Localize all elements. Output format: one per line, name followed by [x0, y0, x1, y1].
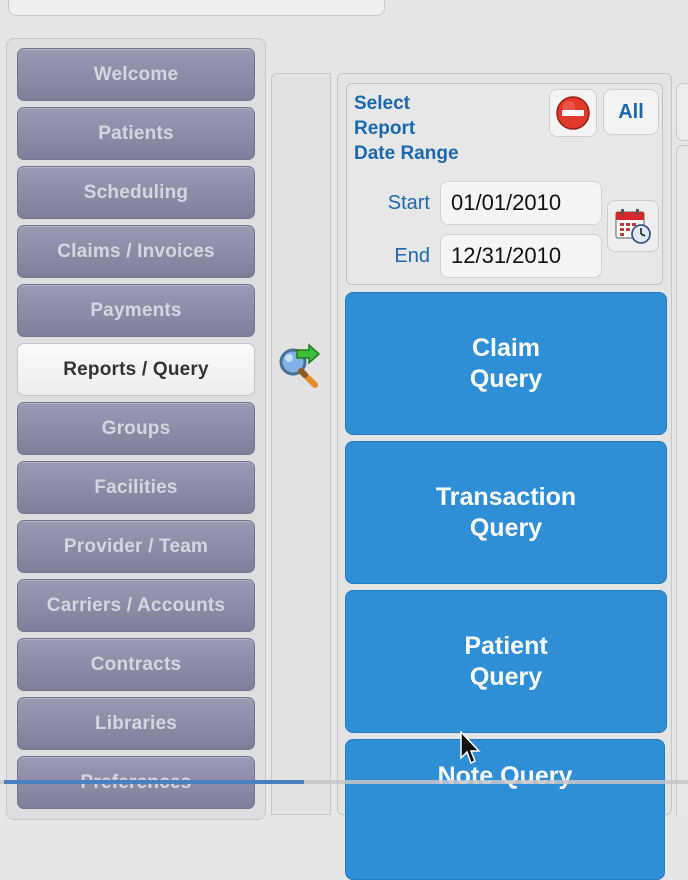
- sidebar-item-carriers-accounts[interactable]: Carriers / Accounts: [17, 579, 255, 632]
- start-label: Start: [387, 192, 430, 214]
- top-field: [8, 0, 385, 16]
- scrollbar-thumb[interactable]: [4, 780, 304, 784]
- sidebar-item-claims-invoices[interactable]: Claims / Invoices: [17, 225, 255, 278]
- date-range-title: Select Report Date Range: [354, 93, 459, 164]
- sidebar-item-groups[interactable]: Groups: [17, 402, 255, 455]
- note-query-button[interactable]: Note Query: [345, 739, 665, 880]
- end-label: End: [394, 245, 430, 267]
- sidebar-item-facilities[interactable]: Facilities: [17, 461, 255, 514]
- sidebar-item-provider-team[interactable]: Provider / Team: [17, 520, 255, 573]
- patient-query-button[interactable]: Patient Query: [345, 590, 667, 733]
- sidebar-item-scheduling[interactable]: Scheduling: [17, 166, 255, 219]
- sidebar-nav: Welcome Patients Scheduling Claims / Inv…: [6, 38, 266, 820]
- right-panel: [676, 145, 688, 816]
- sidebar-item-libraries[interactable]: Libraries: [17, 697, 255, 750]
- sidebar-item-reports-query[interactable]: Reports / Query: [17, 343, 255, 396]
- no-entry-icon: [556, 96, 590, 130]
- calendar-button[interactable]: [607, 200, 659, 252]
- claim-query-button[interactable]: Claim Query: [345, 292, 667, 435]
- start-date-input[interactable]: [440, 181, 602, 225]
- magnifier-arrow-icon[interactable]: [275, 342, 323, 390]
- sidebar-item-patients[interactable]: Patients: [17, 107, 255, 160]
- sidebar-item-contracts[interactable]: Contracts: [17, 638, 255, 691]
- clear-date-button[interactable]: [549, 89, 597, 137]
- calendar-clock-icon: [615, 209, 651, 244]
- transaction-query-button[interactable]: Transaction Query: [345, 441, 667, 584]
- sidebar-item-welcome[interactable]: Welcome: [17, 48, 255, 101]
- sidebar-item-payments[interactable]: Payments: [17, 284, 255, 337]
- end-date-input[interactable]: [440, 234, 602, 278]
- tool-strip: [271, 73, 331, 815]
- all-dates-button[interactable]: All: [603, 89, 659, 135]
- right-panel-tab: [676, 83, 688, 141]
